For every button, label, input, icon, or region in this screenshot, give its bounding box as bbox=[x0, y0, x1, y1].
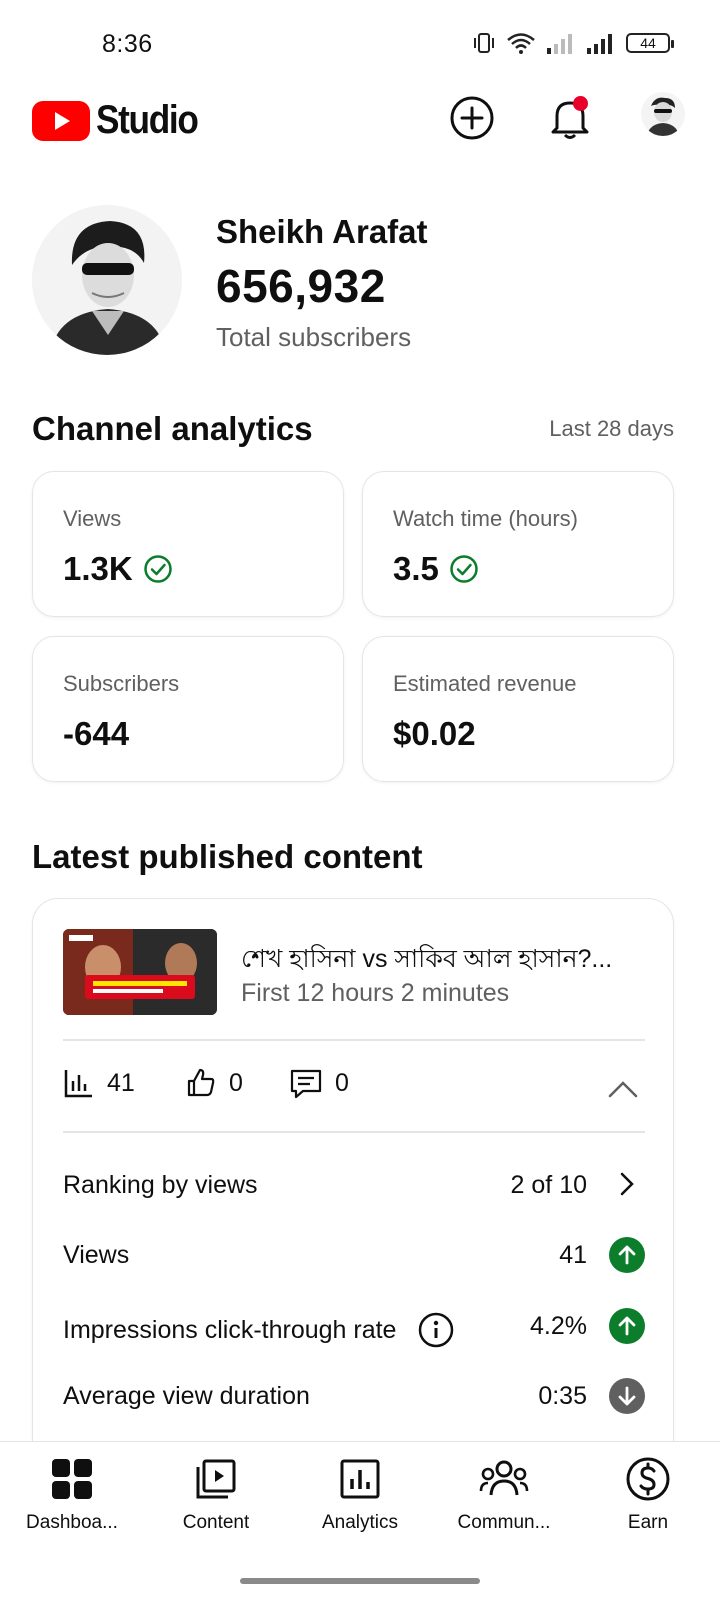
nav-analytics-label: Analytics bbox=[321, 1512, 399, 1533]
watch-time-value-row: 3.5 bbox=[393, 550, 479, 588]
ctr-detail-label: Impressions click-through rate bbox=[63, 1315, 397, 1344]
arrow-up-icon bbox=[609, 1308, 645, 1344]
studio-logo[interactable]: Studio bbox=[32, 98, 211, 143]
ranking-label: Ranking by views bbox=[63, 1171, 258, 1199]
dollar-icon bbox=[623, 1454, 673, 1504]
channel-summary: Sheikh Arafat 656,932 Total subscribers bbox=[32, 205, 688, 365]
ctr-detail-row: Impressions click-through rate 4.2% bbox=[63, 1302, 645, 1350]
thumbs-up-icon bbox=[187, 1068, 215, 1097]
video-meta: First 12 hours 2 minutes bbox=[241, 979, 510, 1007]
bar-chart-icon bbox=[64, 1070, 92, 1098]
status-bar: 8:36 44 bbox=[0, 0, 720, 90]
latest-content-card: শেখ হাসিনা vs সাকিব আল হাসান?... First 1… bbox=[32, 898, 674, 1458]
nav-community-label: Commun... bbox=[457, 1512, 551, 1533]
video-stats-row: 41 0 0 bbox=[63, 1067, 645, 1111]
nav-dashboard[interactable]: Dashboa... bbox=[2, 1452, 142, 1552]
vibrate-icon bbox=[474, 33, 494, 53]
comment-icon bbox=[290, 1069, 322, 1099]
nav-content[interactable]: Content bbox=[146, 1452, 286, 1552]
divider bbox=[63, 1039, 645, 1041]
likes-stat-value: 0 bbox=[229, 1068, 243, 1097]
video-thumbnail[interactable] bbox=[63, 929, 217, 1015]
analytics-period: Last 28 days bbox=[549, 416, 674, 441]
analytics-icon bbox=[335, 1454, 385, 1504]
ranking-value: 2 of 10 bbox=[510, 1171, 587, 1199]
content-icon bbox=[191, 1454, 241, 1504]
arrow-up-icon bbox=[609, 1237, 645, 1273]
video-thumbnail-image-icon bbox=[63, 929, 217, 1015]
views-value: 1.3K bbox=[63, 550, 133, 587]
avatar-image-icon bbox=[641, 92, 685, 136]
channel-avatar[interactable] bbox=[32, 205, 182, 355]
nav-analytics[interactable]: Analytics bbox=[290, 1452, 430, 1552]
wifi-icon bbox=[507, 33, 535, 54]
revenue-label: Estimated revenue bbox=[393, 671, 577, 696]
ranking-row[interactable]: Ranking by views 2 of 10 bbox=[63, 1161, 645, 1209]
community-icon bbox=[479, 1454, 529, 1504]
comments-stat-value: 0 bbox=[335, 1068, 349, 1097]
battery-icon: 44 bbox=[626, 33, 674, 53]
create-button[interactable] bbox=[448, 94, 496, 142]
latest-content-title: Latest published content bbox=[32, 838, 423, 875]
subscribers-label: Subscribers bbox=[63, 671, 180, 696]
ctr-detail-label-group: Impressions click-through rate bbox=[63, 1312, 454, 1348]
video-title[interactable]: শেখ হাসিনা vs সাকিব আল হাসান?... bbox=[241, 939, 651, 982]
nav-dashboard-label: Dashboa... bbox=[26, 1512, 118, 1533]
collapse-button[interactable] bbox=[601, 1067, 645, 1111]
nav-community[interactable]: Commun... bbox=[434, 1452, 574, 1552]
divider bbox=[63, 1131, 645, 1133]
nav-earn-label: Earn bbox=[627, 1512, 669, 1533]
avd-detail-row: Average view duration 0:35 bbox=[63, 1372, 645, 1420]
arrow-down-icon bbox=[609, 1378, 645, 1414]
subscribers-card[interactable]: Subscribers -644 bbox=[32, 636, 344, 782]
status-icons: 44 bbox=[472, 32, 674, 54]
watch-time-card[interactable]: Watch time (hours) 3.5 bbox=[362, 471, 674, 617]
dashboard-icon bbox=[47, 1454, 97, 1504]
subscribers-value: -644 bbox=[63, 715, 130, 752]
channel-avatar-image-icon bbox=[32, 205, 182, 355]
revenue-card[interactable]: Estimated revenue $0.02 bbox=[362, 636, 674, 782]
channel-analytics-title: Channel analytics bbox=[32, 410, 313, 447]
views-detail-label: Views bbox=[63, 1241, 130, 1269]
total-subscribers-label: Total subscribers bbox=[216, 322, 412, 352]
revenue-value: $0.02 bbox=[393, 715, 476, 752]
signal-weak-icon bbox=[547, 34, 572, 54]
views-stat: 41 bbox=[63, 1067, 135, 1099]
info-icon[interactable] bbox=[418, 1312, 454, 1348]
watch-time-label: Watch time (hours) bbox=[393, 506, 579, 531]
likes-stat: 0 bbox=[185, 1067, 243, 1099]
nav-content-label: Content bbox=[182, 1512, 250, 1533]
signal-strong-icon bbox=[587, 34, 612, 54]
views-detail-value: 41 bbox=[559, 1241, 587, 1269]
create-plus-icon bbox=[450, 96, 494, 140]
notifications-button[interactable] bbox=[546, 94, 594, 142]
app-header: Studio bbox=[0, 88, 720, 152]
views-detail-row: Views 41 bbox=[63, 1231, 645, 1279]
channel-name: Sheikh Arafat bbox=[216, 213, 428, 250]
logo-text: Studio bbox=[96, 98, 199, 142]
bottom-navigation: Dashboa... Content Analytics Commun... E… bbox=[0, 1441, 720, 1600]
nav-earn[interactable]: Earn bbox=[578, 1452, 718, 1552]
watch-time-value: 3.5 bbox=[393, 550, 439, 587]
home-indicator[interactable] bbox=[240, 1578, 480, 1584]
views-card[interactable]: Views 1.3K bbox=[32, 471, 344, 617]
comments-stat: 0 bbox=[289, 1067, 349, 1099]
views-stat-value: 41 bbox=[107, 1068, 135, 1097]
views-value-row: 1.3K bbox=[63, 550, 173, 588]
check-circle-icon bbox=[450, 555, 478, 583]
check-circle-icon bbox=[143, 555, 172, 583]
youtube-play-icon bbox=[32, 100, 90, 141]
ctr-detail-value: 4.2% bbox=[530, 1312, 587, 1340]
account-avatar[interactable] bbox=[641, 92, 685, 136]
total-subscribers-value: 656,932 bbox=[216, 260, 386, 312]
notification-badge bbox=[573, 96, 588, 111]
status-time: 8:36 bbox=[102, 30, 153, 58]
views-label: Views bbox=[63, 506, 122, 531]
chevron-right-icon bbox=[615, 1169, 639, 1199]
chevron-up-icon bbox=[608, 1081, 638, 1098]
avd-detail-value: 0:35 bbox=[538, 1382, 587, 1410]
avd-detail-label: Average view duration bbox=[63, 1382, 310, 1410]
